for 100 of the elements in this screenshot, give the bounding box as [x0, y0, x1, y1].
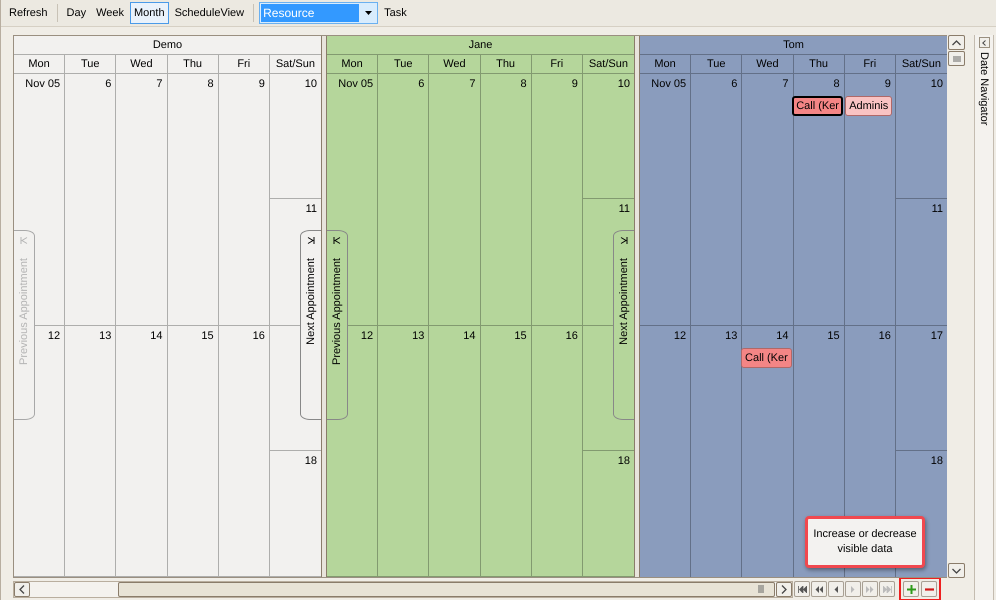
day-header: Sat/Sun	[274, 57, 316, 72]
first-button[interactable]	[794, 581, 810, 597]
day-number: 7	[782, 77, 788, 91]
minus-icon	[924, 588, 934, 590]
day-number: 18	[930, 454, 943, 468]
triangle-left-icon	[834, 586, 838, 592]
day-header: Wed	[116, 55, 168, 73]
scroll-thumb[interactable]	[118, 582, 775, 596]
appointment[interactable]: Call (Ker	[792, 96, 843, 116]
day-number: 14	[463, 328, 476, 342]
appointment-nav-tab[interactable]: Next Appointment	[613, 230, 634, 420]
scroll-left-button[interactable]	[14, 582, 30, 596]
skip-first-icon	[798, 586, 806, 592]
day-header: Tue	[65, 55, 116, 73]
day-header: Sat/Sun	[588, 57, 629, 72]
scroll-right-button[interactable]	[776, 582, 792, 596]
day-header: Thu	[168, 55, 219, 73]
appointment-nav-tab[interactable]: Previous Appointment	[327, 230, 348, 420]
day-number: 9	[258, 77, 265, 91]
scroll-thumb[interactable]	[948, 51, 965, 66]
day-number: 8	[208, 77, 214, 91]
chevron-left-icon	[19, 584, 25, 594]
day-number: 11	[932, 202, 943, 216]
rewind-button[interactable]	[811, 581, 827, 597]
day-number: 10	[930, 77, 943, 91]
day-number: 7	[156, 77, 162, 91]
day-number: 14	[150, 328, 162, 342]
toolbar-button[interactable]: Month	[130, 2, 169, 24]
day-number: 16	[252, 328, 265, 342]
day-number: 17	[930, 328, 943, 342]
chevron-left-icon	[982, 40, 986, 46]
toolbar-button[interactable]: Week	[92, 2, 128, 24]
horizontal-scrollbar[interactable]	[13, 580, 793, 598]
chevron-icon	[620, 237, 628, 244]
chevron-icon	[333, 237, 341, 244]
date-navigator-label[interactable]: Date Navigator	[978, 52, 990, 126]
day-header: Fri	[218, 55, 270, 73]
day-number: 13	[412, 328, 424, 342]
fast-forward-icon	[866, 586, 874, 592]
scroll-down-button[interactable]	[948, 563, 965, 578]
previous-button[interactable]	[828, 581, 844, 597]
day-header: Fri	[844, 55, 896, 73]
tooltip: Increase or decrease visible data	[805, 516, 925, 568]
day-header: Tue	[378, 55, 430, 73]
day-number: 8	[834, 77, 840, 91]
triangle-right-icon	[851, 586, 855, 592]
appointment[interactable]: Adminis	[845, 96, 892, 116]
toolbar-button[interactable]: Refresh	[5, 2, 52, 24]
day-number: 6	[731, 77, 738, 91]
chevron-icon	[307, 237, 315, 244]
plus-icon	[906, 584, 916, 594]
day-number: 11	[306, 202, 317, 216]
increase-button[interactable]	[903, 581, 919, 597]
appointment[interactable]: Call (Ker	[741, 348, 792, 368]
chevron-icon	[20, 237, 28, 244]
scroll-up-button[interactable]	[948, 35, 965, 50]
chevron-right-icon	[781, 584, 787, 594]
day-number: 7	[469, 77, 476, 91]
day-number: 8	[520, 77, 527, 91]
day-header: Wed	[742, 55, 794, 73]
chevron-up-icon	[952, 40, 961, 46]
grip-icon	[758, 585, 764, 593]
day-number: 13	[725, 328, 738, 342]
day-header: Mon	[640, 55, 692, 73]
day-header: Fri	[532, 55, 583, 73]
day-number: 9	[884, 77, 891, 91]
resource-header: Tom	[640, 36, 947, 55]
day-number: Nov 05	[651, 77, 686, 91]
day-number: 16	[878, 328, 891, 342]
resource-header: Jane	[327, 36, 634, 55]
rewind-icon	[815, 586, 823, 592]
day-number: 10	[618, 77, 630, 91]
day-number: 12	[48, 328, 60, 342]
day-number: 16	[566, 328, 578, 342]
day-number: 18	[618, 454, 630, 468]
toolbar-button[interactable]: Day	[62, 2, 90, 24]
toolbar-button[interactable]: ScheduleView	[170, 2, 248, 24]
appointment-nav-tab[interactable]: Next Appointment	[300, 230, 321, 420]
decrease-button[interactable]	[921, 581, 937, 597]
day-header: Mon	[14, 55, 66, 73]
day-number: 15	[827, 328, 840, 342]
day-number: Nov 05	[25, 77, 60, 91]
day-header: Wed	[429, 55, 480, 73]
day-header: Thu	[794, 55, 845, 73]
resource-header: Demo	[14, 36, 321, 55]
day-number: 14	[776, 328, 788, 342]
expand-button[interactable]	[978, 37, 990, 48]
day-number: 12	[674, 328, 686, 342]
day-number: 9	[572, 77, 578, 91]
day-number: Nov 05	[338, 77, 374, 91]
day-number: 12	[360, 328, 374, 342]
task-button[interactable]: Task	[380, 2, 411, 24]
day-number: 13	[99, 328, 112, 342]
skip-last-icon	[882, 586, 892, 592]
day-header: Thu	[480, 55, 532, 73]
caret-icon	[365, 11, 372, 15]
day-number: 15	[514, 328, 527, 342]
day-number: 6	[105, 77, 112, 91]
chevron-down-icon	[952, 568, 961, 574]
day-number: 10	[304, 77, 317, 91]
